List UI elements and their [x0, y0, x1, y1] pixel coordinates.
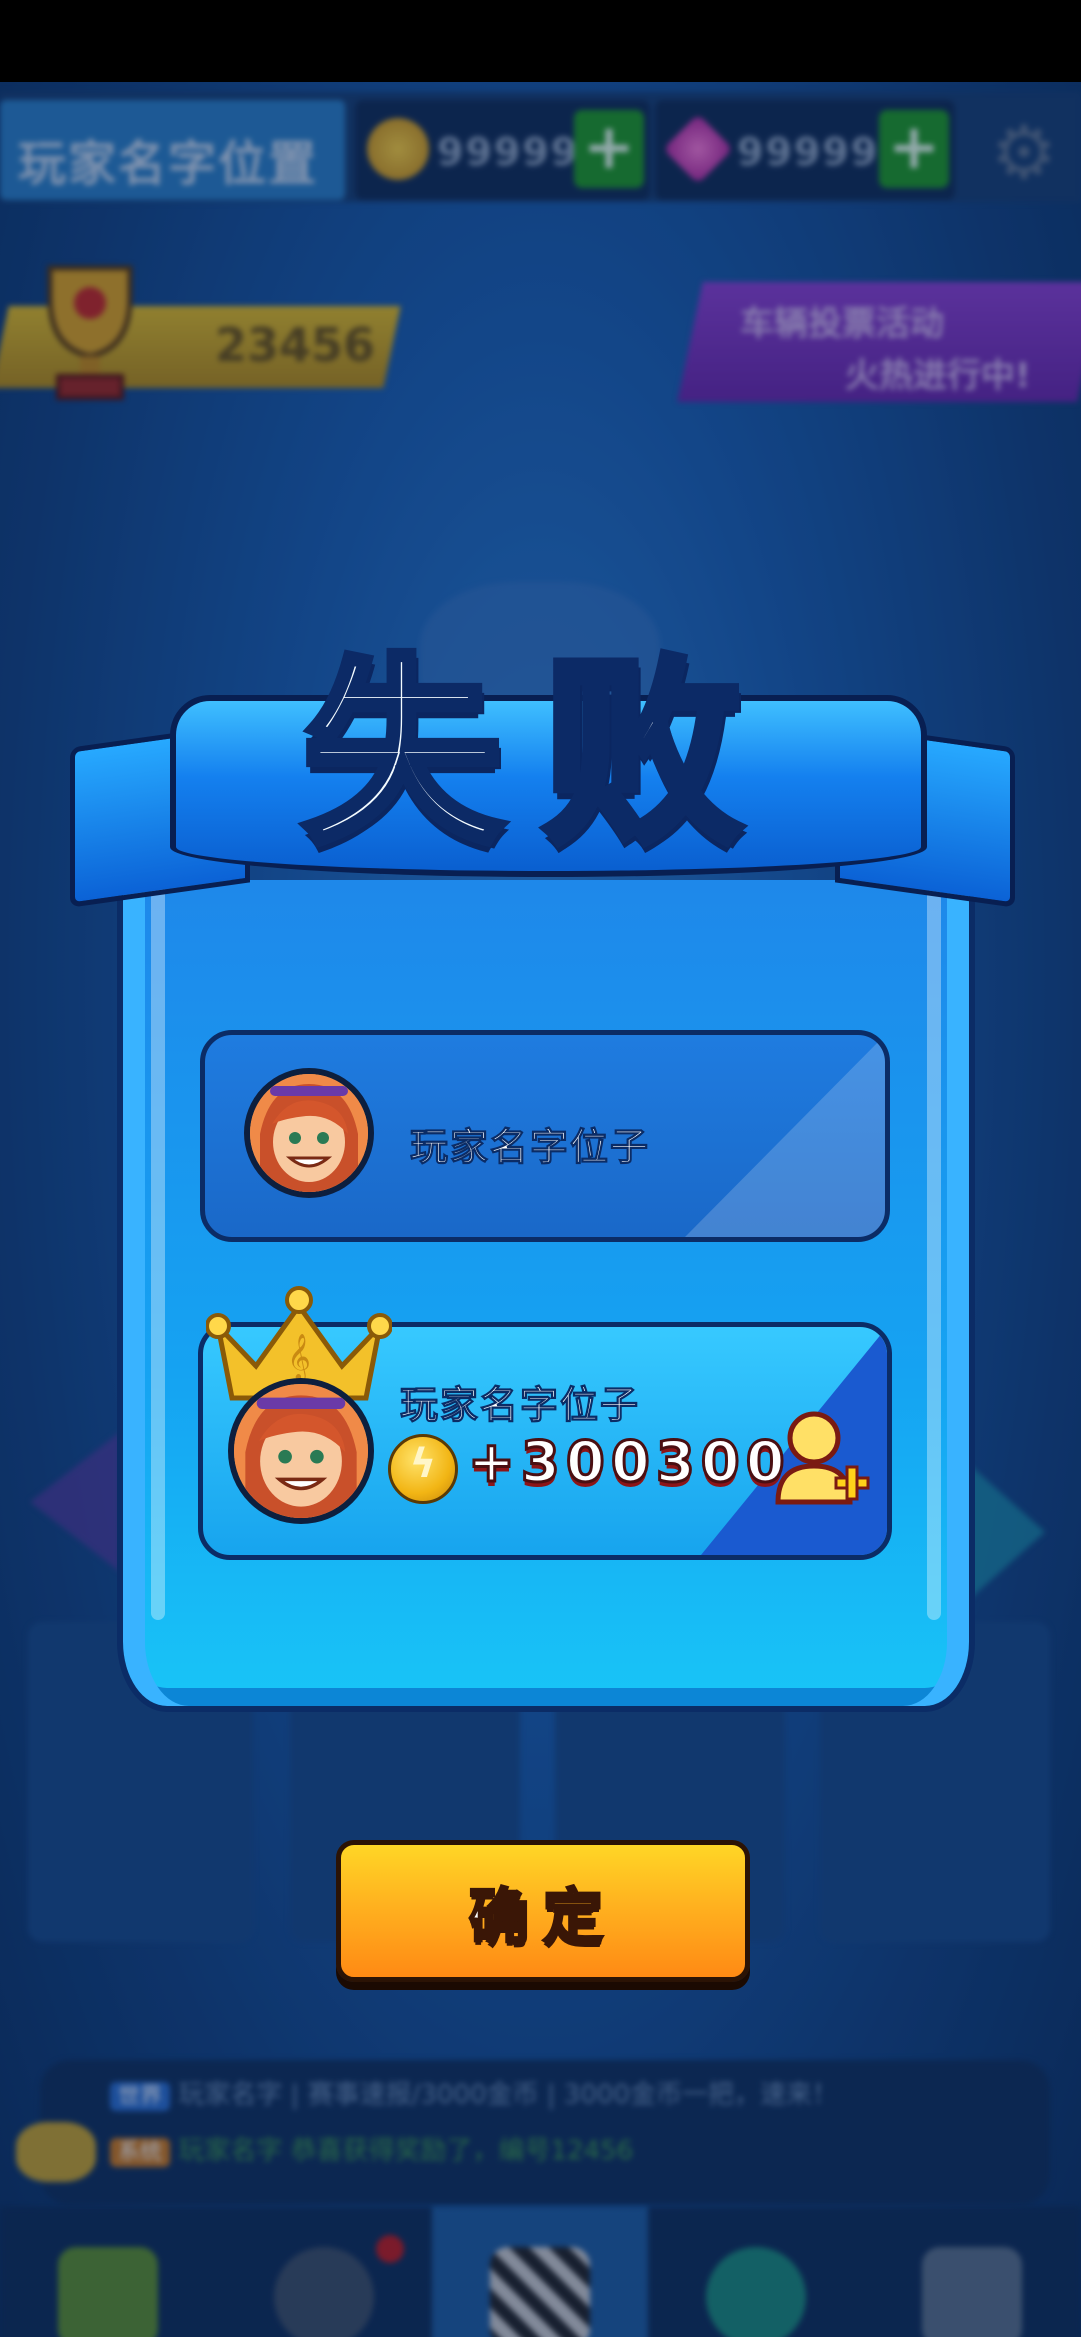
add-friend-icon[interactable]	[772, 1408, 872, 1512]
title-ribbon: 失败	[70, 638, 1015, 935]
confirm-label: 确定	[468, 1882, 617, 1955]
svg-text:𝄞: 𝄞	[287, 1334, 311, 1382]
confirm-button[interactable]: 确定	[336, 1840, 750, 1982]
player-name: 玩家名字位子	[409, 1125, 651, 1170]
lightning-coin-icon: ϟ	[388, 1434, 458, 1504]
result-title: 失败	[298, 638, 783, 871]
panel-stripe	[151, 880, 165, 1620]
status-bar	[0, 0, 1081, 82]
reward-amount: +300300	[467, 1429, 791, 1497]
avatar[interactable]	[244, 1068, 374, 1198]
player-face-icon	[234, 1384, 368, 1518]
player-face-icon	[250, 1074, 368, 1192]
avatar[interactable]	[228, 1378, 374, 1524]
player-name: 玩家名字位子	[399, 1383, 641, 1428]
row-shine	[685, 1035, 885, 1237]
panel-stripe	[927, 880, 941, 1620]
